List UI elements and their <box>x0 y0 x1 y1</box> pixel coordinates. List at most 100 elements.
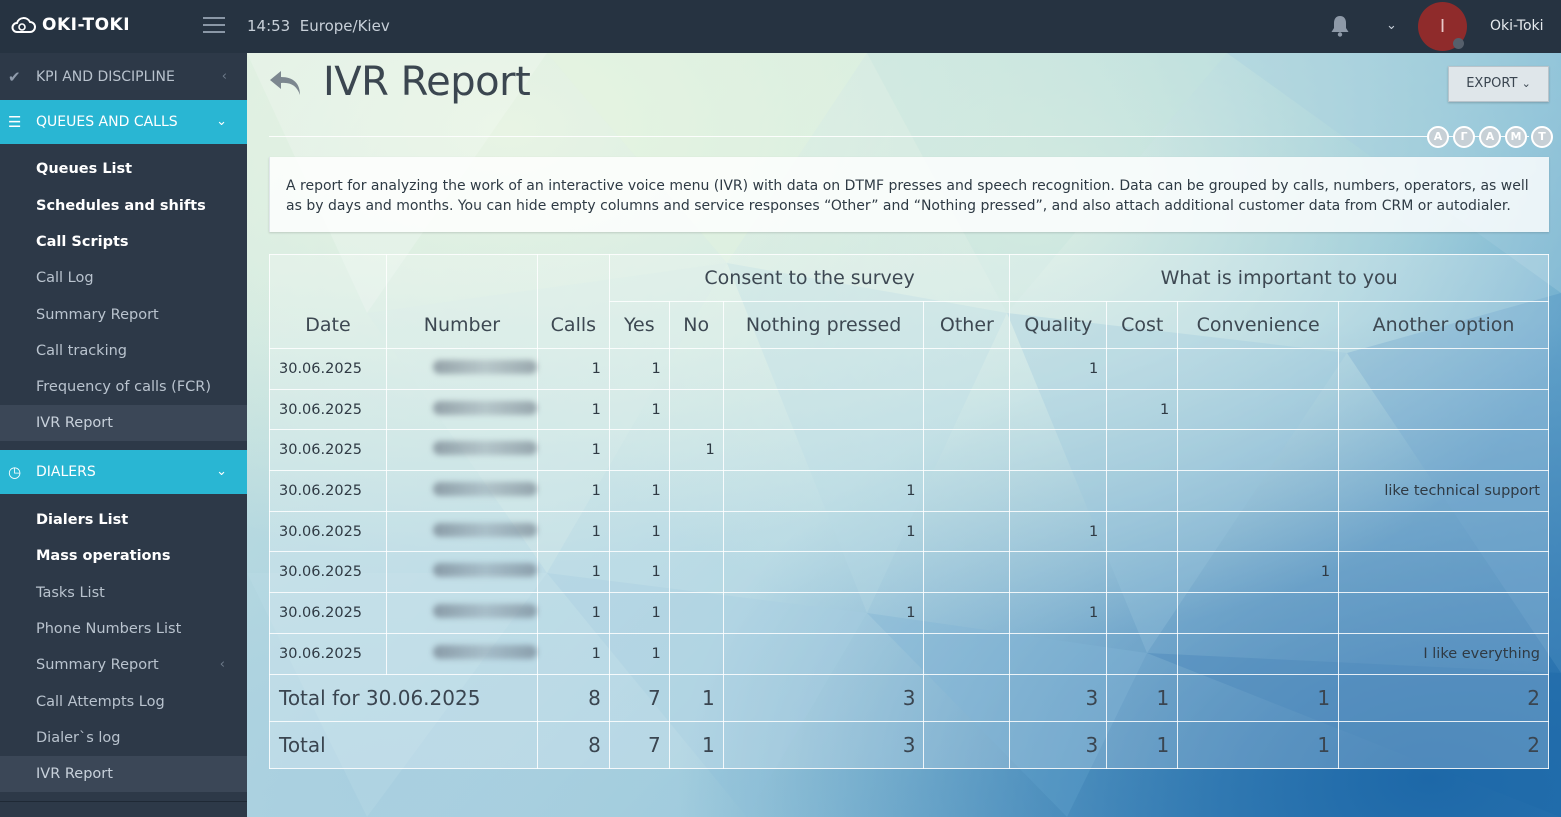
table-row[interactable]: 30.06.2025 1 1 1 <box>269 388 1549 431</box>
sidebar-item-tasks-list[interactable]: Tasks List <box>0 575 247 611</box>
cell-convenience <box>1177 510 1340 553</box>
header-label: Yes <box>623 314 655 336</box>
cell-no: 1 <box>668 429 724 472</box>
sidebar-item-dialer-summary[interactable]: Summary Report ‹ <box>0 647 247 683</box>
total-convenience: 1 <box>1177 673 1340 722</box>
sidebar-item-label: Call Attempts Log <box>36 694 165 710</box>
total-no: 1 <box>668 720 724 769</box>
cell-quality <box>1009 632 1108 675</box>
column-header-quality[interactable]: Quality <box>1009 301 1108 349</box>
sidebar-item-call-tracking[interactable]: Call tracking <box>0 333 247 369</box>
bell-icon[interactable] <box>1328 14 1352 38</box>
top-bar: OKI-TOKI 14:53 Europe/Kiev ⌄ I Oki-Toki <box>0 0 1561 53</box>
sidebar-item-call-log[interactable]: Call Log <box>0 260 247 296</box>
total-yes: 7 <box>608 720 670 769</box>
total-convenience: 1 <box>1177 720 1340 769</box>
header-label: No <box>683 314 710 336</box>
column-header-nothing-pressed[interactable]: Nothing pressed <box>722 301 925 349</box>
cell-no <box>668 592 724 634</box>
cell-date: 30.06.2025 <box>269 551 387 594</box>
contributor-badge[interactable]: Г <box>1453 126 1475 148</box>
sidebar-item-queues-list[interactable]: Queues List <box>0 151 247 187</box>
cell-date: 30.06.2025 <box>269 388 387 431</box>
sidebar-item-ivr-report[interactable]: IVR Report <box>0 405 247 441</box>
column-header-no[interactable]: No <box>668 301 724 349</box>
sidebar-section-queues[interactable]: ☰ QUEUES AND CALLS ⌄ <box>0 100 247 144</box>
menu-toggle-icon[interactable] <box>203 17 225 35</box>
cell-number-redacted <box>385 470 538 512</box>
cell-number-redacted <box>385 388 538 431</box>
column-header-number[interactable]: Number <box>385 254 538 349</box>
table-row[interactable]: 30.06.2025 1 1 1 <box>269 348 1549 390</box>
cell-quality: 1 <box>1009 510 1108 553</box>
cell-convenience <box>1177 388 1340 431</box>
contributor-badge[interactable]: Т <box>1531 126 1553 148</box>
cell-other <box>923 470 1011 512</box>
sidebar-item-fcr[interactable]: Frequency of calls (FCR) <box>0 369 247 405</box>
brand-logo[interactable]: OKI-TOKI <box>10 14 130 36</box>
report-description: A report for analyzing the work of an in… <box>269 157 1549 232</box>
table-row[interactable]: 30.06.2025 1 1 1 <box>269 551 1549 594</box>
sidebar-item-label: Tasks List <box>36 585 105 601</box>
cell-calls: 1 <box>536 592 610 634</box>
redacted-phone-number <box>432 603 537 618</box>
chevron-down-icon[interactable]: ⌄ <box>1386 18 1397 33</box>
sidebar-item-mass-operations[interactable]: Mass operations <box>0 538 247 574</box>
sidebar-item-dialer-log[interactable]: Dialer`s log <box>0 720 247 756</box>
cell-convenience <box>1177 429 1340 472</box>
cell-cost <box>1106 510 1179 553</box>
sidebar-item-schedules[interactable]: Schedules and shifts <box>0 188 247 224</box>
column-header-other[interactable]: Other <box>923 301 1011 349</box>
cell-date: 30.06.2025 <box>269 510 387 553</box>
column-header-another-option[interactable]: Another option <box>1338 301 1549 349</box>
sidebar-item-dialer-ivr-report[interactable]: IVR Report <box>0 756 247 792</box>
sidebar-item-summary-report[interactable]: Summary Report <box>0 297 247 333</box>
sidebar-item-label: Mass operations <box>36 548 171 564</box>
sidebar-item-dialers-list[interactable]: Dialers List <box>0 502 247 538</box>
cell-nothing <box>722 551 925 594</box>
chevron-down-icon: ⌄ <box>216 114 227 129</box>
cell-another <box>1338 388 1549 431</box>
header-label: Consent to the survey <box>704 267 915 289</box>
total-yes: 7 <box>608 673 670 722</box>
sidebar-item-label: Summary Report <box>36 657 159 673</box>
column-header-yes[interactable]: Yes <box>608 301 670 349</box>
cell-another <box>1338 510 1549 553</box>
cell-cost <box>1106 592 1179 634</box>
export-button[interactable]: EXPORT ⌄ <box>1448 66 1549 102</box>
sidebar-section-dialers[interactable]: ◷ DIALERS ⌄ <box>0 450 247 494</box>
cell-quality: 1 <box>1009 592 1108 634</box>
sidebar-section-kpi[interactable]: ✔ KPI AND DISCIPLINE ‹ <box>0 55 247 99</box>
sidebar-item-phone-numbers[interactable]: Phone Numbers List <box>0 611 247 647</box>
group-header-consent: Consent to the survey <box>608 254 1011 302</box>
cell-no <box>668 551 724 594</box>
sidebar-item-label: IVR Report <box>36 766 113 782</box>
cell-yes: 1 <box>608 388 670 431</box>
column-header-calls[interactable]: Calls <box>536 254 610 349</box>
contributor-badge[interactable]: А <box>1427 126 1449 148</box>
sidebar-item-label: Schedules and shifts <box>36 198 206 214</box>
column-header-convenience[interactable]: Convenience <box>1177 301 1340 349</box>
brand-name: OKI-TOKI <box>42 15 131 35</box>
sidebar-item-call-attempts[interactable]: Call Attempts Log <box>0 684 247 720</box>
username[interactable]: Oki-Toki <box>1490 18 1544 34</box>
sidebar-item-label: IVR Report <box>36 415 113 431</box>
cell-other <box>923 551 1011 594</box>
total-nothing: 3 <box>722 720 925 769</box>
header-label: Other <box>939 314 994 336</box>
chevron-down-icon: ⌄ <box>1521 77 1531 90</box>
contributor-badge[interactable]: М <box>1505 126 1527 148</box>
sidebar-item-call-scripts[interactable]: Call Scripts <box>0 224 247 260</box>
column-header-cost[interactable]: Cost <box>1106 301 1179 349</box>
title-divider <box>269 136 1529 137</box>
cell-other <box>923 429 1011 472</box>
column-header-date[interactable]: Date <box>269 254 387 349</box>
contributor-badge[interactable]: А <box>1479 126 1501 148</box>
table-row[interactable]: 30.06.2025 1 1 <box>269 429 1549 472</box>
table-row[interactable]: 30.06.2025 1 1 1 1 <box>269 592 1549 634</box>
cell-calls: 1 <box>536 632 610 675</box>
back-arrow-icon[interactable] <box>267 67 303 99</box>
table-row[interactable]: 30.06.2025 1 1 1 like technical support <box>269 470 1549 512</box>
table-row[interactable]: 30.06.2025 1 1 I like everything <box>269 632 1549 675</box>
table-row[interactable]: 30.06.2025 1 1 1 1 <box>269 510 1549 553</box>
